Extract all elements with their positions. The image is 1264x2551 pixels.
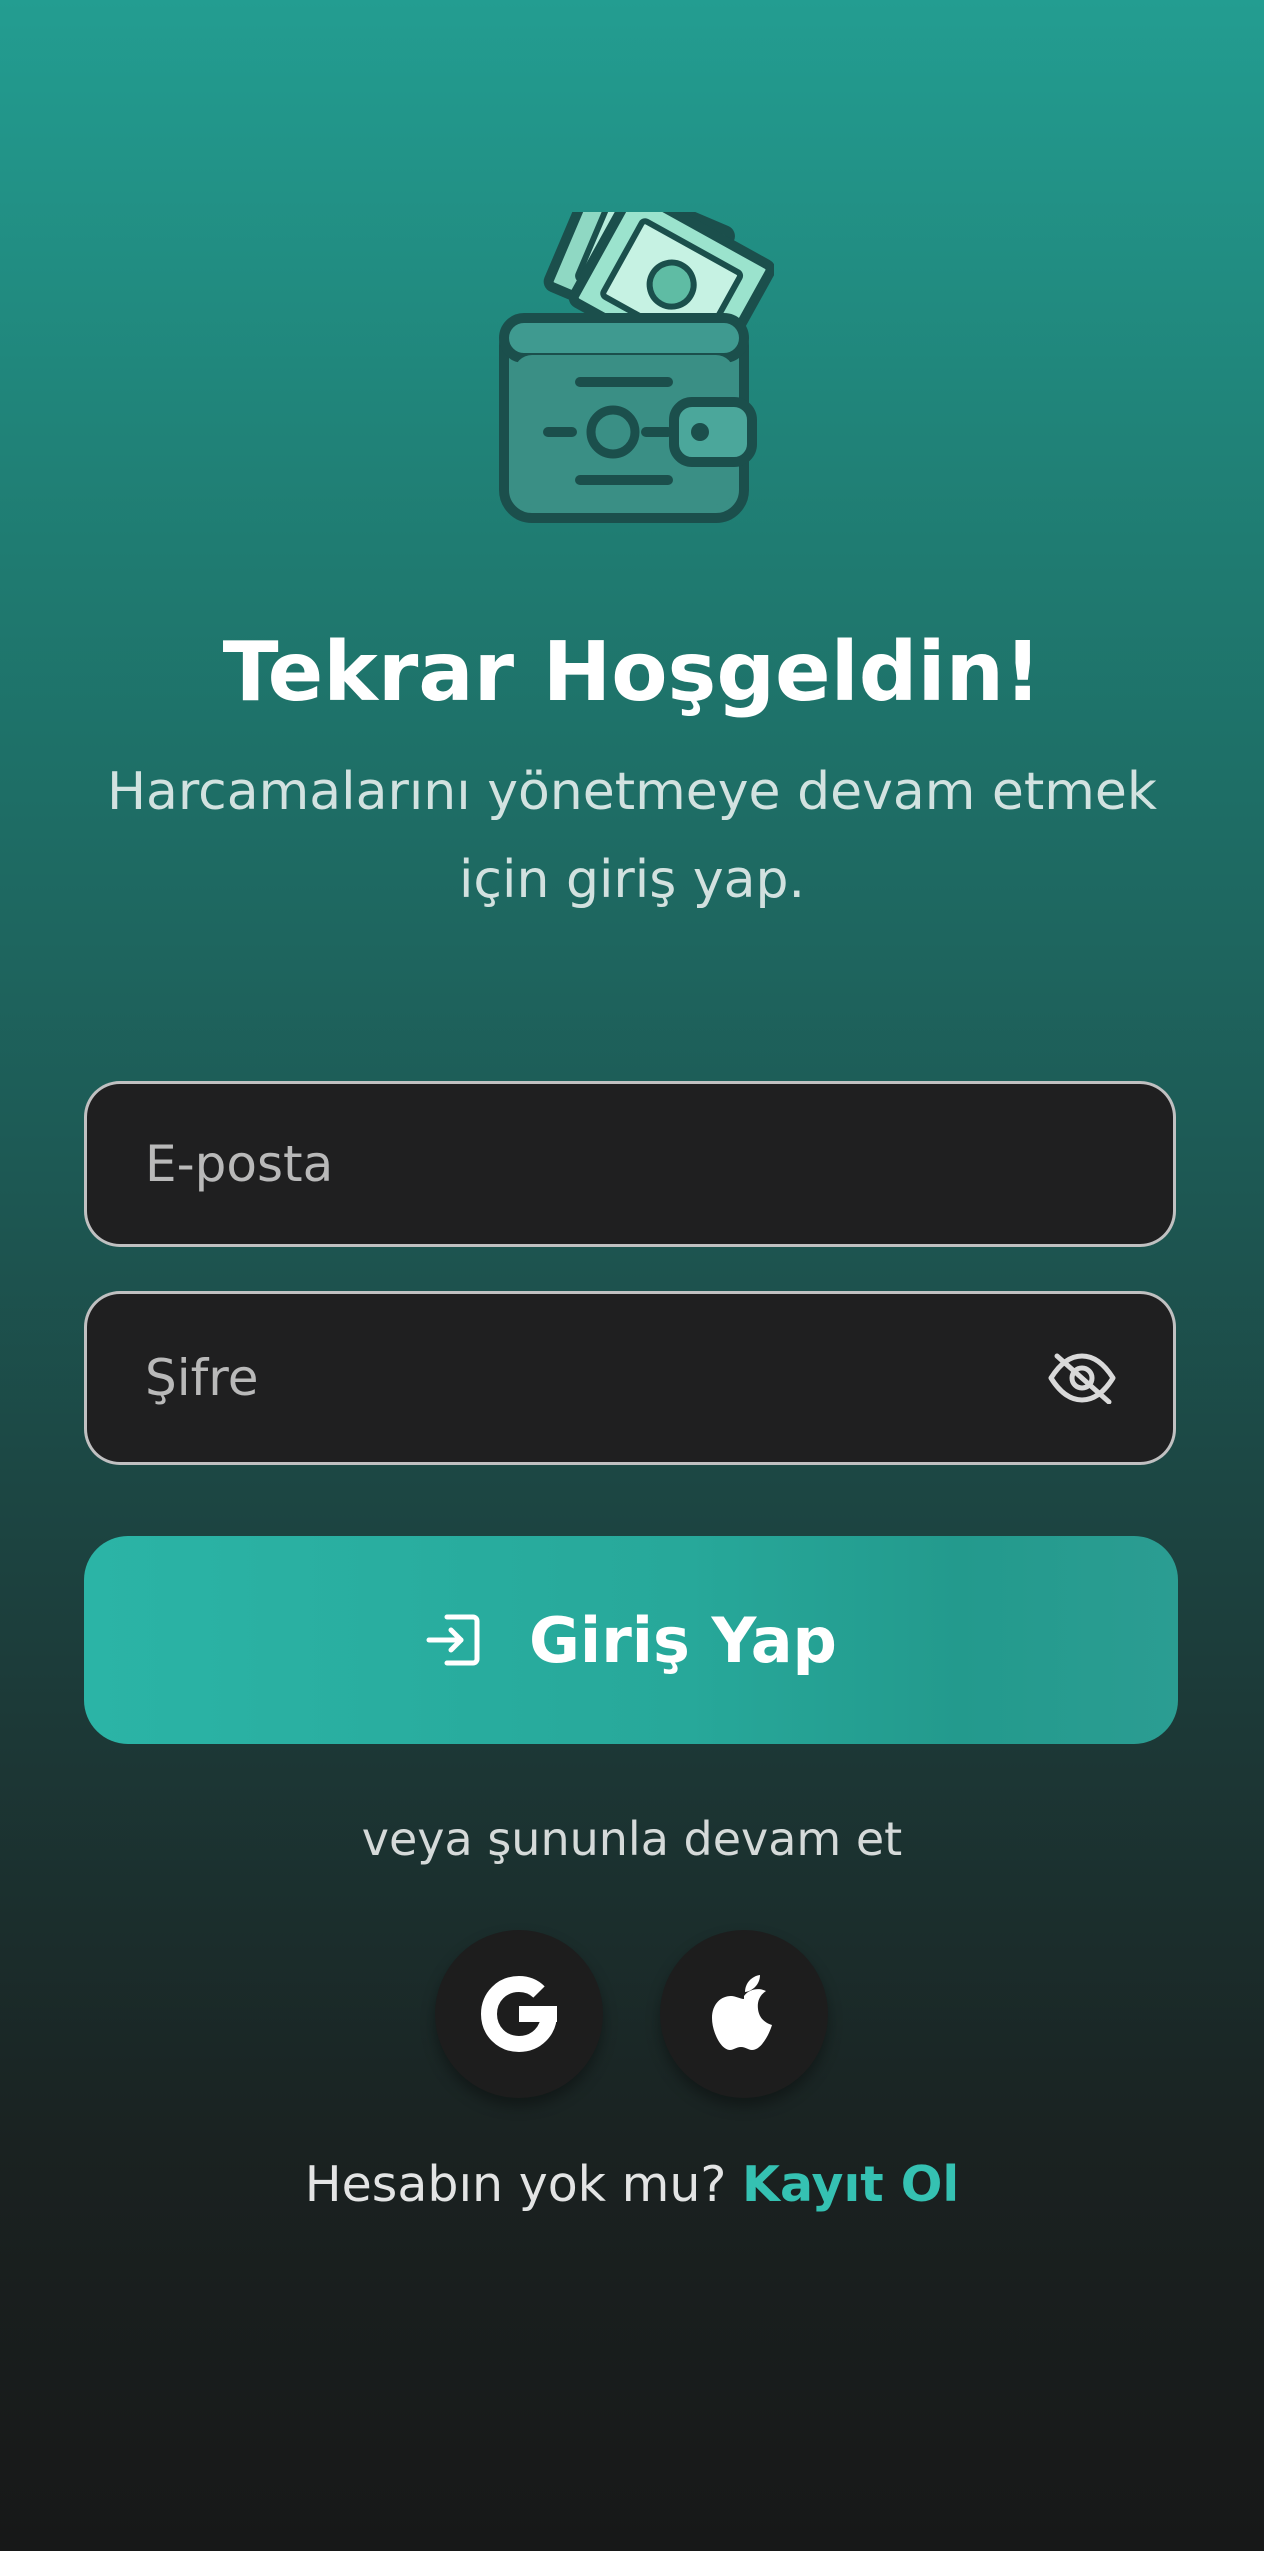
page-subtitle: Harcamalarını yönetmeye devam etmek için… bbox=[106, 762, 1158, 910]
eye-off-icon[interactable] bbox=[1047, 1352, 1117, 1404]
login-button-label: Giriş Yap bbox=[529, 1603, 837, 1677]
signup-link[interactable]: Kayıt Ol bbox=[742, 2156, 959, 2213]
password-field[interactable]: Şifre bbox=[84, 1291, 1176, 1465]
page-title: Tekrar Hoşgeldin! bbox=[222, 625, 1042, 720]
google-icon bbox=[480, 1975, 557, 2053]
social-divider-text: veya şununla devam et bbox=[361, 1812, 903, 1866]
signup-prompt-text: Hesabın yok mu? bbox=[304, 2156, 727, 2213]
google-login-button[interactable] bbox=[435, 1930, 603, 2098]
email-field[interactable]: E-posta bbox=[84, 1081, 1176, 1247]
login-screen: Tekrar Hoşgeldin! Harcamalarını yönetmey… bbox=[0, 0, 1264, 2551]
apple-login-button[interactable] bbox=[660, 1930, 828, 2098]
login-button[interactable]: Giriş Yap bbox=[84, 1536, 1178, 1744]
login-arrow-icon bbox=[426, 1614, 480, 1666]
apple-icon bbox=[712, 1975, 772, 2050]
email-placeholder: E-posta bbox=[145, 1135, 334, 1193]
signup-prompt: Hesabın yok mu? Kayıt Ol bbox=[0, 2156, 1264, 2213]
wallet-money-icon bbox=[499, 212, 774, 523]
password-placeholder: Şifre bbox=[145, 1349, 259, 1407]
